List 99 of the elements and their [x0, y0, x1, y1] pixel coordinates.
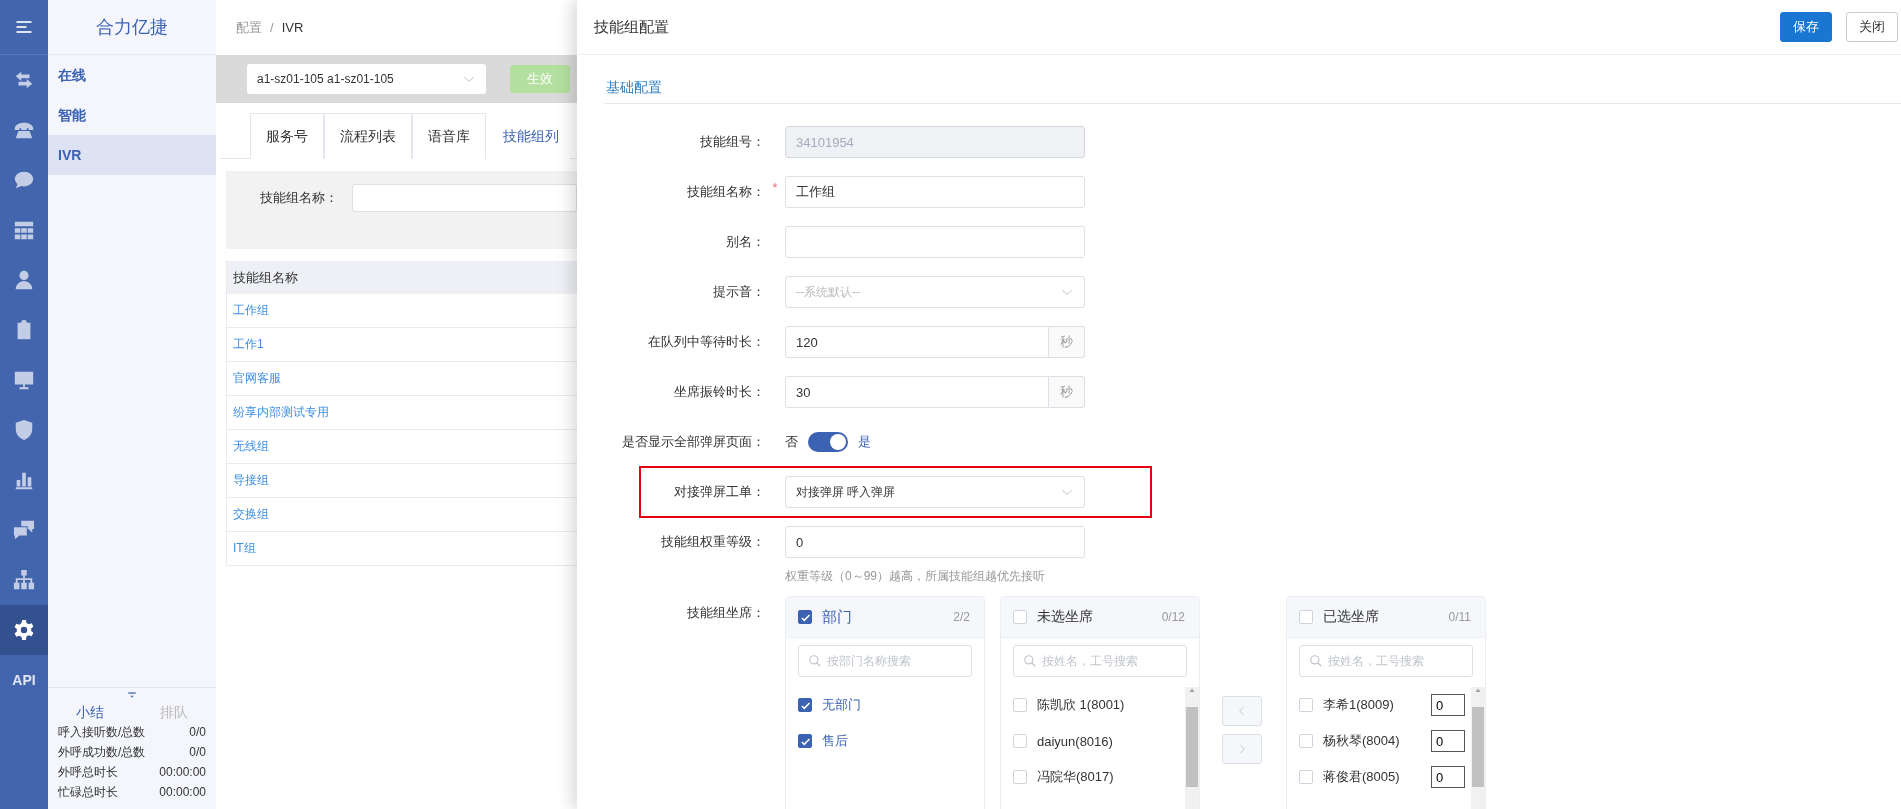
search-field[interactable]: 按姓名，工号搜索 — [1013, 645, 1187, 677]
section-title: 基础配置 — [604, 71, 1901, 104]
scroll-up-icon[interactable] — [1188, 687, 1196, 693]
drawer-title: 技能组配置 — [594, 17, 669, 37]
switch-on-label: 是 — [858, 433, 871, 451]
stat-label: 呼入接听数/总数 — [58, 724, 146, 741]
text-field[interactable]: 工作组 — [785, 176, 1085, 208]
breadcrumb-current: IVR — [281, 20, 304, 35]
checkbox[interactable] — [798, 698, 812, 712]
weight-field[interactable]: 0 — [1431, 730, 1465, 752]
shield-icon[interactable] — [13, 419, 35, 441]
field-label: 技能组权重等级： — [660, 533, 765, 551]
field-label: 技能组名称： — [260, 189, 338, 207]
department-name[interactable]: 售后 — [822, 732, 848, 750]
field-label: 坐席振铃时长： — [673, 383, 765, 401]
stat-value: 0/0 — [189, 724, 206, 741]
table-link[interactable]: IT组 — [227, 532, 577, 566]
save-button[interactable]: 保存 — [1780, 12, 1832, 42]
field-label: 技能组坐席： — [686, 604, 765, 622]
table-link[interactable]: 交换组 — [227, 498, 577, 532]
nav-item[interactable]: IVR — [48, 135, 216, 175]
text-field[interactable] — [785, 226, 1085, 258]
field-label: 技能组号： — [699, 133, 765, 151]
text-field[interactable]: 120 — [785, 326, 1049, 358]
agent-name[interactable]: 陈凯欣 1(8001) — [1037, 696, 1125, 714]
stat-value: 00:00:00 — [159, 764, 206, 781]
field-label: 别名： — [725, 233, 765, 251]
field-label: 是否显示全部弹屏页面： — [621, 433, 765, 451]
swap-arrows-icon[interactable] — [13, 69, 35, 91]
weight-field[interactable]: 0 — [1431, 694, 1465, 716]
agent-name[interactable]: 杨秋琴(8004) — [1323, 732, 1400, 750]
column-header: 技能组名称 — [227, 261, 577, 294]
org-chart-icon[interactable] — [13, 569, 35, 591]
scrollbar[interactable] — [1471, 687, 1485, 809]
tab[interactable]: 流程列表 — [324, 113, 412, 159]
api-label[interactable]: API — [12, 672, 36, 688]
text-field[interactable]: 0 — [785, 526, 1085, 558]
scrollbar-thumb[interactable] — [1186, 707, 1198, 787]
nav-item[interactable]: 智能 — [48, 95, 216, 135]
search-icon — [808, 654, 822, 668]
selection-count: 2/2 — [953, 610, 970, 624]
dropdown[interactable]: a1-sz01-105 a1-sz01-105 — [247, 64, 486, 94]
text-field[interactable]: 30 — [785, 376, 1049, 408]
table-link[interactable]: 工作1 — [227, 328, 577, 362]
checkbox[interactable] — [798, 610, 812, 624]
search-field[interactable]: 按部门名称搜索 — [798, 645, 972, 677]
stat-label: 忙碌总时长 — [58, 784, 118, 801]
dropdown[interactable]: 对接弹屏 呼入弹屏 — [785, 476, 1085, 508]
selection-count: 0/12 — [1161, 610, 1185, 624]
settings-icon[interactable] — [13, 619, 35, 641]
table-link[interactable]: 纷享内部测试专用 — [227, 396, 577, 430]
search-field[interactable] — [352, 184, 577, 212]
field-label: 技能组名称： — [686, 183, 765, 201]
person-icon[interactable] — [13, 269, 35, 291]
unit-addon: 秒 — [1049, 326, 1085, 358]
grid-icon[interactable] — [13, 219, 35, 241]
search-field[interactable]: 按姓名，工号搜索 — [1299, 645, 1473, 677]
agent-name[interactable]: 李希1(8009) — [1323, 696, 1394, 714]
text-field: 34101954 — [785, 126, 1085, 158]
nav-item[interactable]: 在线 — [48, 55, 216, 95]
scrollbar-thumb[interactable] — [1472, 707, 1484, 787]
tab[interactable]: 服务号 — [250, 113, 324, 159]
close-button[interactable]: 关闭 — [1846, 12, 1898, 42]
weight-field[interactable]: 0 — [1431, 766, 1465, 788]
tab[interactable]: 语音库 — [412, 113, 486, 159]
checkbox[interactable] — [798, 734, 812, 748]
field-label: 对接弹屏工单： — [673, 483, 765, 501]
panel-title: 部门 — [822, 607, 852, 627]
scroll-up-icon[interactable] — [1474, 687, 1482, 693]
panel-title: 未选坐席 — [1037, 608, 1093, 626]
unit-addon: 秒 — [1049, 376, 1085, 408]
scrollbar[interactable] — [1185, 687, 1199, 809]
search-icon — [1309, 654, 1323, 668]
switch-off-label: 否 — [785, 433, 798, 451]
agent-name[interactable]: daiyun(8016) — [1037, 733, 1113, 749]
table-link[interactable]: 官网客服 — [227, 362, 577, 396]
selection-count: 0/11 — [1448, 610, 1471, 624]
field-label: 提示音： — [712, 283, 765, 301]
breadcrumb-separator: / — [270, 20, 274, 35]
required-mark: * — [772, 180, 778, 195]
field-label: 在队列中等待时长： — [647, 333, 765, 351]
agent-name[interactable]: 蒋俊君(8005) — [1323, 768, 1400, 786]
department-name[interactable]: 无部门 — [822, 696, 861, 714]
stat-value: 0/0 — [189, 744, 206, 761]
panel-title: 已选坐席 — [1323, 608, 1379, 626]
table-link[interactable]: 无线组 — [227, 430, 577, 464]
toggle-switch[interactable] — [808, 432, 848, 452]
agent-name[interactable]: 冯院华(8017) — [1037, 768, 1114, 786]
table-link[interactable]: 导接组 — [227, 464, 577, 498]
stat-value: 00:00:00 — [159, 784, 206, 801]
chat-bubble-icon[interactable] — [13, 169, 35, 191]
speech-bubbles-icon[interactable] — [13, 519, 35, 541]
stat-label: 外呼成功数/总数 — [58, 744, 146, 761]
summary-tab[interactable]: 小结 — [48, 702, 132, 722]
monitor-icon[interactable] — [13, 369, 35, 391]
search-icon — [1023, 654, 1037, 668]
hint-text: 权重等级（0～99）越高，所属技能组越优先接听 — [785, 568, 1047, 584]
stat-label: 外呼总时长 — [58, 764, 118, 781]
table-link[interactable]: 工作组 — [227, 294, 577, 328]
